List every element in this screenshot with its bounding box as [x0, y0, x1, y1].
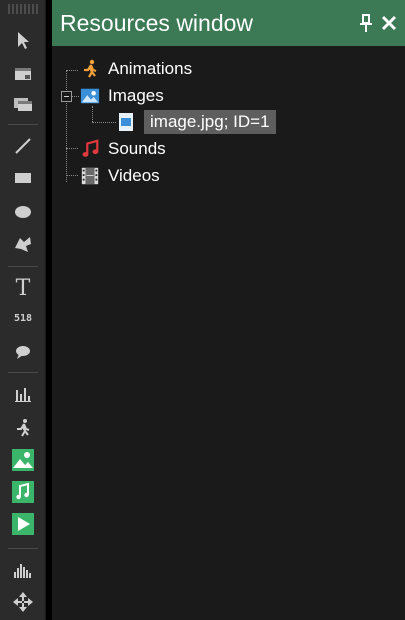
running-figure-icon — [80, 59, 100, 79]
select-arrow-icon[interactable] — [6, 26, 40, 54]
equalizer-icon[interactable] — [6, 556, 40, 584]
tree-connector — [66, 175, 78, 176]
image-file-icon — [116, 112, 136, 132]
text-icon[interactable]: T — [6, 274, 40, 302]
resource-tree: Animations Images image.jpg; ID=1 Sounds — [52, 46, 405, 620]
music-note-icon — [80, 139, 100, 159]
close-icon[interactable] — [380, 11, 398, 33]
line-icon[interactable] — [6, 132, 40, 160]
toolbar-separator — [8, 266, 38, 267]
tree-node-image-file[interactable]: image.jpg; ID=1 — [116, 109, 276, 135]
tree-node-label: image.jpg; ID=1 — [144, 110, 276, 134]
tree-connector — [92, 122, 116, 123]
polygon-icon[interactable] — [6, 230, 40, 258]
window-icon[interactable] — [6, 60, 40, 88]
image-folder-icon — [80, 86, 100, 106]
tree-node-label: Videos — [108, 166, 160, 185]
counter-glyph: 518 — [13, 312, 33, 324]
toolbar-separator — [8, 372, 38, 373]
resources-panel: Resources window Animations Images image… — [52, 0, 405, 620]
panel-title: Resources window — [60, 10, 254, 36]
tree-node-videos[interactable]: Videos — [80, 163, 160, 189]
tree-node-label: Sounds — [108, 139, 166, 158]
tree-node-label: Animations — [108, 59, 193, 78]
pin-icon[interactable] — [358, 12, 374, 34]
images-collapse-toggle[interactable] — [61, 91, 72, 102]
tool-strip: T 518 — [0, 0, 46, 620]
tree-connector — [71, 96, 79, 97]
tree-connector — [66, 148, 78, 149]
play-icon[interactable] — [6, 510, 40, 538]
tree-connector — [66, 70, 67, 182]
sound-icon[interactable] — [6, 478, 40, 506]
panel-titlebar[interactable]: Resources window — [52, 0, 405, 46]
tree-node-sounds[interactable]: Sounds — [80, 136, 166, 162]
running-figure-icon[interactable] — [6, 414, 40, 442]
bar-chart-icon[interactable] — [6, 380, 40, 408]
rectangle-icon[interactable] — [6, 164, 40, 192]
toolbar-separator — [8, 124, 38, 125]
text-tool-glyph: T — [15, 275, 31, 301]
move-icon[interactable] — [6, 588, 40, 616]
toolbar-separator — [8, 548, 38, 549]
tree-connector — [66, 70, 78, 71]
film-icon — [80, 166, 100, 186]
speech-bubble-icon[interactable] — [6, 338, 40, 366]
tree-node-label: Images — [108, 86, 164, 105]
toolbar-grip[interactable] — [8, 4, 38, 14]
counter-icon[interactable]: 518 — [6, 304, 40, 332]
tree-node-images[interactable]: Images — [80, 83, 164, 109]
ellipse-icon[interactable] — [6, 198, 40, 226]
tree-node-animations[interactable]: Animations — [80, 56, 192, 82]
image-icon[interactable] — [6, 446, 40, 474]
stacked-windows-icon[interactable] — [6, 90, 40, 118]
